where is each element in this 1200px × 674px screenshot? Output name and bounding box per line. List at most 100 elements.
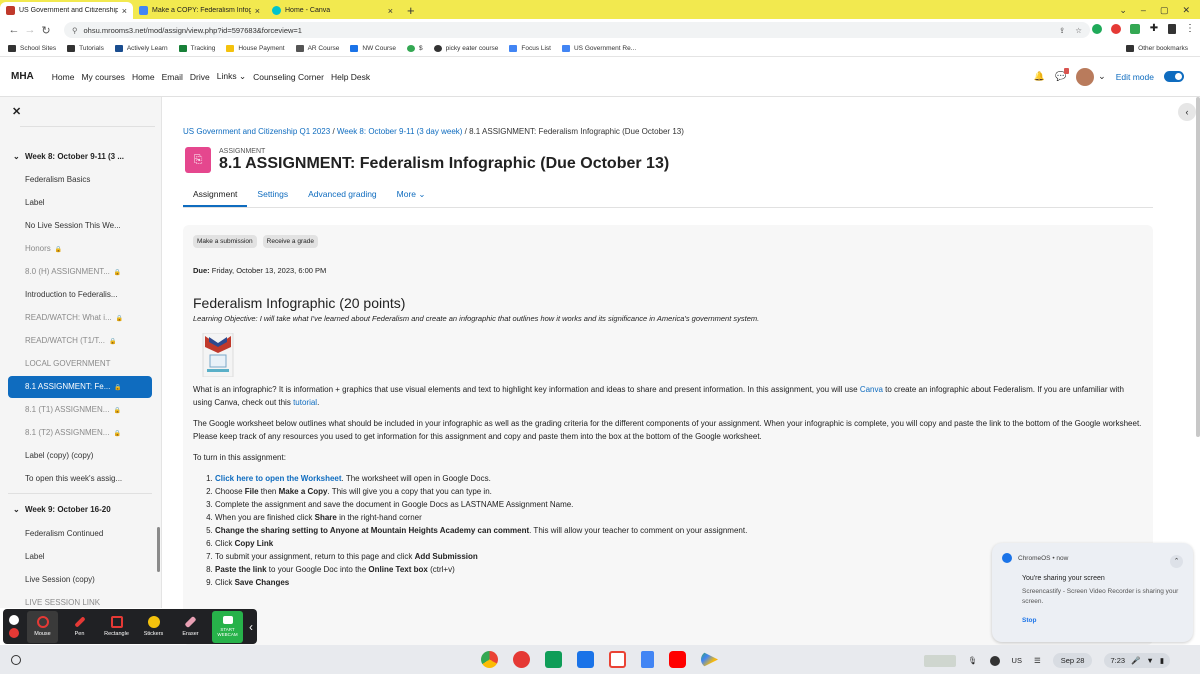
pause-icon[interactable]	[9, 615, 19, 625]
side-panel-icon[interactable]	[1168, 24, 1176, 34]
mouse-tool-button[interactable]: Mouse	[27, 610, 58, 643]
edit-mode-toggle[interactable]	[1164, 71, 1184, 82]
screencastify-icon[interactable]	[1111, 24, 1121, 34]
forward-arrow-icon[interactable]: →	[22, 24, 38, 36]
sidebar-section-week-8[interactable]: ⌄ Week 8: October 9-11 (3 ...	[8, 146, 152, 168]
sidebar-item-8-1-t2[interactable]: 8.1 (T2) ASSIGNMEN... 🔒	[8, 422, 152, 444]
maximize-icon[interactable]: ▢	[1160, 2, 1169, 19]
screen-capture-icon[interactable]	[924, 654, 956, 667]
extension-green-icon[interactable]	[1130, 24, 1140, 34]
sidebar-section-week-9[interactable]: ⌄ Week 9: October 16-20	[8, 499, 152, 521]
browser-tab-canva[interactable]: Home - Canva ×	[266, 2, 399, 19]
nav-my-courses[interactable]: My courses	[81, 72, 124, 82]
youtube-app-icon[interactable]	[669, 651, 686, 668]
bookmark-item[interactable]: picky eater course	[433, 45, 498, 52]
open-block-drawer-button[interactable]: ‹	[1178, 103, 1196, 121]
site-brand[interactable]: MHA	[11, 71, 34, 82]
sidebar-item-federalism-basics[interactable]: Federalism Basics	[8, 169, 152, 191]
browser-tab-federalism-copy[interactable]: Make a COPY: Federalism Infog ×	[133, 2, 266, 19]
screen-share-status-icon[interactable]	[989, 655, 1000, 666]
new-tab-button[interactable]: +	[399, 2, 423, 19]
page-scrollbar[interactable]	[1196, 97, 1200, 437]
docs-app-icon[interactable]	[641, 651, 654, 668]
tab-settings[interactable]: Settings	[247, 185, 298, 207]
open-worksheet-link[interactable]: Click here to open the Worksheet	[215, 474, 342, 483]
eraser-tool-button[interactable]: Eraser	[175, 611, 206, 643]
nav-home-2[interactable]: Home	[132, 72, 155, 82]
tab-advanced-grading[interactable]: Advanced grading	[298, 185, 387, 207]
sidebar-item-federalism-continued[interactable]: Federalism Continued	[8, 523, 152, 545]
sidebar-item-read-watch-2[interactable]: READ/WATCH (T1/T... 🔒	[8, 330, 152, 352]
pen-tool-button[interactable]: Pen	[64, 611, 95, 643]
grammarly-icon[interactable]	[1092, 24, 1102, 34]
sidebar-item-local-government[interactable]: LOCAL GOVERNMENT	[8, 353, 152, 375]
bookmark-star-icon[interactable]: ☆	[1075, 26, 1082, 35]
address-bar[interactable]: ⚲ ohsu.mrooms3.net/mod/assign/view.php?i…	[64, 22, 1090, 38]
sidebar-scrollbar[interactable]	[157, 527, 160, 572]
messages-icon[interactable]: 💬	[1055, 68, 1070, 82]
sidebar-item-live-session-copy[interactable]: Live Session (copy)	[8, 569, 152, 591]
system-tray-button[interactable]: Sep 28	[1052, 653, 1093, 668]
sidebar-item-label-2[interactable]: Label	[8, 546, 152, 568]
nav-home[interactable]: Home	[52, 72, 75, 82]
make-submission-badge[interactable]: Make a submission	[193, 235, 257, 248]
notification-bell-icon[interactable]: 🔔	[1034, 71, 1045, 82]
bookmark-item[interactable]: $	[406, 45, 423, 52]
share-icon[interactable]: ⇪	[1059, 26, 1065, 35]
start-webcam-button[interactable]: START WEBCAM	[212, 610, 243, 643]
bookmark-item[interactable]: AR Course	[295, 45, 339, 52]
screencastify-app-icon[interactable]	[513, 651, 530, 668]
tutorial-link[interactable]: tutorial	[293, 398, 317, 407]
bookmark-item[interactable]: School Sites	[8, 45, 56, 52]
close-tab-icon[interactable]: ×	[388, 6, 393, 16]
sidebar-item-intro-federalism[interactable]: Introduction to Federalis...	[8, 284, 152, 306]
tab-assignment[interactable]: Assignment	[183, 185, 248, 207]
tab-search-icon[interactable]: ⌄	[1119, 2, 1127, 19]
close-tab-icon[interactable]: ×	[122, 6, 127, 16]
site-info-icon[interactable]: ⚲	[72, 26, 78, 35]
files-app-icon[interactable]	[577, 651, 594, 668]
sidebar-item-8-1-t1[interactable]: 8.1 (T1) ASSIGNMEN... 🔒	[8, 399, 152, 421]
sidebar-item-honors[interactable]: Honors 🔒	[8, 238, 152, 260]
minimize-icon[interactable]: –	[1141, 2, 1146, 19]
nav-counseling-corner[interactable]: Counseling Corner	[253, 72, 324, 82]
launcher-icon[interactable]	[11, 654, 21, 665]
sidebar-item-label-1[interactable]: Label	[8, 192, 152, 214]
close-drawer-icon[interactable]: ✕	[12, 105, 21, 118]
collapse-chevron-icon[interactable]: ⌃	[1170, 555, 1183, 568]
stop-sharing-button[interactable]: Stop	[1022, 617, 1183, 624]
sidebar-item-live-session-link[interactable]: LIVE SESSION LINK	[8, 592, 152, 608]
play-store-app-icon[interactable]	[701, 651, 718, 668]
tab-more[interactable]: More ⌄	[387, 185, 436, 207]
bookmark-item[interactable]: Tutorials	[67, 45, 104, 52]
extensions-puzzle-icon[interactable]: ✚	[1149, 24, 1159, 34]
sidebar-item-no-live-session[interactable]: No Live Session This We...	[8, 215, 152, 237]
bookmark-item[interactable]: Tracking	[178, 45, 215, 52]
nav-email[interactable]: Email	[162, 72, 183, 82]
bookmark-item[interactable]: House Payment	[226, 45, 285, 52]
receive-grade-badge[interactable]: Receive a grade	[262, 235, 318, 248]
bookmark-item[interactable]: NW Course	[350, 45, 396, 52]
chrome-app-icon[interactable]	[481, 651, 498, 668]
quick-settings-button[interactable]: 7:23 🎤 ▼ ▮	[1104, 653, 1170, 668]
gmail-app-icon[interactable]	[609, 651, 626, 668]
back-arrow-icon[interactable]: ←	[6, 24, 22, 36]
other-bookmarks[interactable]: Other bookmarks	[1126, 45, 1188, 52]
breadcrumb-week-link[interactable]: Week 8: October 9-11 (3 day week)	[337, 127, 463, 136]
sidebar-item-8-1-assignment[interactable]: 8.1 ASSIGNMENT: Fe... 🔒	[8, 376, 152, 398]
bookmark-item[interactable]: Focus List	[509, 45, 551, 52]
microphone-icon[interactable]: 🎙	[968, 656, 978, 665]
nav-help-desk[interactable]: Help Desk	[331, 72, 370, 82]
bookmark-item[interactable]: US Government Re...	[561, 45, 636, 52]
close-tab-icon[interactable]: ×	[255, 6, 260, 16]
menu-kebab-icon[interactable]: ⋮	[1185, 24, 1195, 34]
avatar[interactable]	[1076, 67, 1095, 86]
keyboard-layout[interactable]: US	[1012, 656, 1022, 665]
breadcrumb-course-link[interactable]: US Government and Citizenship Q1 2023	[183, 127, 330, 136]
collapse-chevron-icon[interactable]: ‹	[249, 620, 253, 634]
user-menu-chevron-icon[interactable]: ⌄	[1098, 71, 1106, 82]
sidebar-item-read-watch-1[interactable]: READ/WATCH: What i... 🔒	[8, 307, 152, 329]
classroom-app-icon[interactable]	[545, 651, 562, 668]
rectangle-tool-button[interactable]: Rectangle	[101, 611, 132, 643]
browser-tab-us-government[interactable]: US Government and Citizenship ×	[0, 2, 133, 19]
